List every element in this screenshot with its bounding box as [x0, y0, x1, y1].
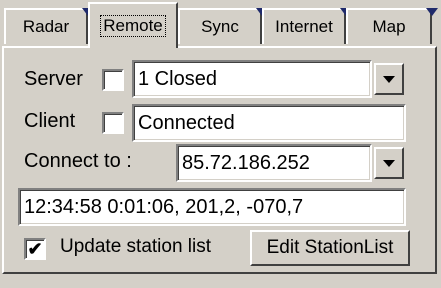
tab-label: Map [372, 17, 406, 36]
connect-to-dropdown-button[interactable] [374, 147, 404, 179]
client-checkbox[interactable] [102, 112, 124, 134]
remote-panel: Server 1 Closed Client Connected Connect… [2, 46, 437, 274]
status-line-field: 12:34:58 0:01:06, 201,2, -070,7 [18, 188, 406, 226]
tab-internet[interactable]: Internet [262, 8, 352, 44]
update-station-list-checkbox[interactable]: ✔ [24, 238, 46, 260]
tab-radar[interactable]: Radar [4, 8, 94, 44]
tab-label: Radar [22, 17, 70, 36]
tab-label: Sync [201, 17, 239, 36]
server-label: Server [24, 68, 83, 90]
tab-notch [426, 8, 438, 16]
client-status-field: Connected [132, 104, 406, 142]
edit-stationlist-button[interactable]: Edit StationList [250, 230, 410, 266]
tab-label: Internet [275, 17, 333, 36]
connect-to-label: Connect to : [24, 150, 132, 172]
tab-sync[interactable]: Sync [178, 8, 268, 44]
server-dropdown-button[interactable] [374, 63, 404, 95]
update-station-list-label: Update station list [60, 236, 212, 257]
connect-to-combo[interactable]: 85.72.186.252 [176, 144, 372, 182]
client-label: Client [24, 110, 76, 132]
chevron-down-icon [383, 75, 395, 83]
server-checkbox[interactable] [102, 69, 124, 91]
server-combo[interactable]: 1 Closed [132, 60, 372, 98]
chevron-down-icon [383, 159, 395, 167]
tab-label: Remote [100, 15, 166, 37]
tab-strip: Radar Remote Sync Internet Map [0, 0, 441, 48]
tab-remote[interactable]: Remote [88, 2, 178, 48]
tab-map[interactable]: Map [346, 8, 438, 44]
